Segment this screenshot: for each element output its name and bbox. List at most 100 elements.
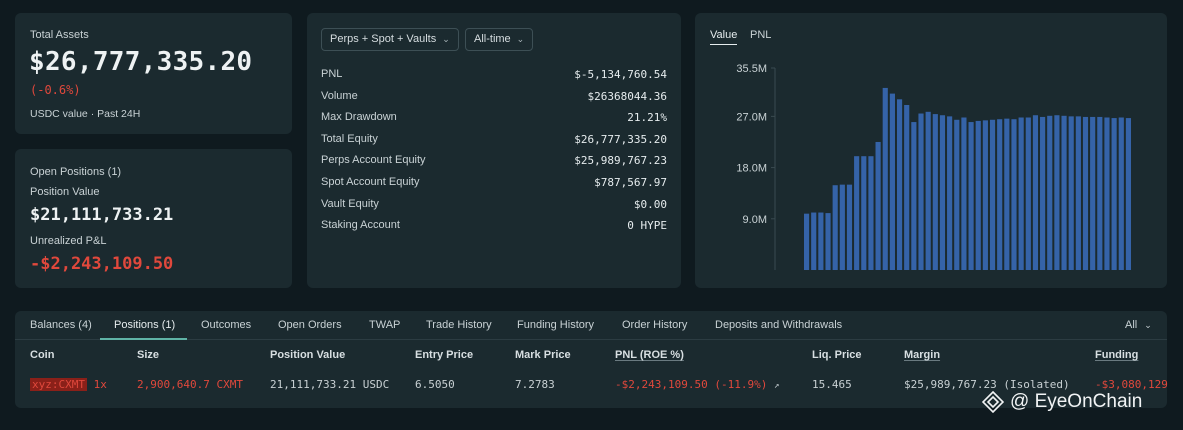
- chart-bar[interactable]: [975, 120, 981, 270]
- chart-bar[interactable]: [811, 212, 817, 270]
- stat-label: Max Drawdown: [321, 111, 397, 124]
- chart-bar[interactable]: [804, 213, 810, 270]
- chart-bar[interactable]: [911, 122, 917, 270]
- chevron-down-icon: ⌄: [516, 34, 525, 44]
- chart-bar[interactable]: [947, 116, 953, 271]
- tab-balances[interactable]: Balances (4): [30, 319, 92, 331]
- open-positions-card: Open Positions (1) Position Value $21,11…: [15, 149, 292, 288]
- chart-bar[interactable]: [882, 87, 888, 270]
- chart-bar[interactable]: [846, 184, 853, 270]
- tab-open-orders[interactable]: Open Orders: [278, 319, 342, 331]
- chart-bar[interactable]: [832, 185, 838, 270]
- chart-bar[interactable]: [961, 117, 967, 271]
- cell-pnl: -$2,243,109.50 (-11.9%) ↗: [615, 378, 779, 391]
- col-coin[interactable]: Coin: [30, 349, 54, 361]
- chart-bar[interactable]: [1125, 118, 1131, 270]
- stat-label: Vault Equity: [321, 197, 379, 210]
- col-mark-price[interactable]: Mark Price: [515, 349, 571, 361]
- chart-bar[interactable]: [1047, 115, 1053, 270]
- col-margin[interactable]: Margin: [904, 349, 940, 361]
- tab-trade-history[interactable]: Trade History: [426, 319, 492, 331]
- col-position-value[interactable]: Position Value: [270, 349, 345, 361]
- chart-bar[interactable]: [1097, 116, 1103, 270]
- chart-bar[interactable]: [1111, 118, 1117, 270]
- col-size[interactable]: Size: [137, 349, 159, 361]
- pnl-value: -$2,243,109.50 (-11.9%): [615, 378, 768, 391]
- chart-bar[interactable]: [1118, 117, 1124, 271]
- chart-bar[interactable]: [932, 114, 938, 270]
- chart-bar[interactable]: [1075, 116, 1081, 271]
- chart-bar[interactable]: [839, 184, 845, 270]
- col-liq-price[interactable]: Liq. Price: [812, 349, 862, 361]
- tab-positions[interactable]: Positions (1): [114, 319, 175, 331]
- cell-mark-price: 7.2783: [515, 378, 555, 391]
- chart-bar[interactable]: [1068, 116, 1074, 271]
- stat-value: $26,777,335.20: [574, 132, 667, 146]
- total-assets-subtitle: USDC value · Past 24H: [30, 108, 141, 120]
- tab-funding-history[interactable]: Funding History: [517, 319, 594, 331]
- leverage-badge: 1x: [93, 378, 107, 391]
- tab-pnl[interactable]: PNL: [750, 29, 771, 41]
- tab-outcomes[interactable]: Outcomes: [201, 319, 251, 331]
- cell-size: 2,900,640.7 CXMT: [137, 378, 243, 391]
- cell-funding: -$3,080,129: [1095, 378, 1168, 391]
- tab-order-history[interactable]: Order History: [622, 319, 687, 331]
- col-entry-price[interactable]: Entry Price: [415, 349, 473, 361]
- share-icon[interactable]: ↗: [774, 381, 779, 391]
- chart-bar[interactable]: [1090, 116, 1096, 270]
- chart-bar[interactable]: [1004, 118, 1010, 270]
- chart-bar[interactable]: [868, 156, 874, 270]
- chart-bar[interactable]: [1018, 117, 1024, 271]
- position-value-label: Position Value: [30, 186, 100, 198]
- chart-bar[interactable]: [1011, 119, 1017, 271]
- chart-bar[interactable]: [1040, 116, 1046, 270]
- y-tick-label: 35.5M: [736, 63, 767, 75]
- chart-bar[interactable]: [854, 156, 860, 270]
- chart-bar[interactable]: [861, 156, 867, 270]
- total-assets-card: Total Assets $26,777,335.20 (-0.6%) USDC…: [15, 13, 292, 134]
- chart-bar[interactable]: [875, 141, 881, 270]
- chart-bar[interactable]: [918, 113, 924, 271]
- chart-bar[interactable]: [968, 122, 974, 270]
- tab-value[interactable]: Value: [710, 29, 738, 45]
- stat-value: $0.00: [633, 197, 667, 211]
- col-funding[interactable]: Funding: [1095, 349, 1138, 361]
- chart-bar[interactable]: [889, 93, 895, 270]
- cell-coin[interactable]: xyz:CXMT 1x: [30, 378, 107, 391]
- chart-bar[interactable]: [1032, 115, 1039, 270]
- chart-bar[interactable]: [989, 119, 996, 270]
- stat-value: $787,567.97: [594, 176, 667, 189]
- cell-position-value: 21,111,733.21 USDC: [270, 378, 390, 391]
- stat-value: $-5,134,760.54: [574, 68, 667, 81]
- chart-bar[interactable]: [904, 104, 910, 271]
- coin-symbol[interactable]: xyz:CXMT: [30, 378, 87, 391]
- chart-bar[interactable]: [825, 213, 831, 270]
- col-pnl[interactable]: PNL (ROE %): [615, 349, 684, 361]
- chart-bar[interactable]: [1054, 115, 1060, 270]
- stat-label: PNL: [321, 68, 343, 80]
- chart-bar[interactable]: [925, 111, 931, 270]
- total-assets-label: Total Assets: [30, 29, 89, 41]
- scope-dropdown[interactable]: Perps + Spot + Vaults ⌄: [321, 28, 459, 51]
- time-range-dropdown-label: All-time: [474, 33, 511, 45]
- time-range-dropdown[interactable]: All-time ⌄: [465, 28, 534, 51]
- chart-bar[interactable]: [1025, 117, 1031, 271]
- chart-bar[interactable]: [939, 115, 946, 270]
- chart-bar[interactable]: [1104, 117, 1110, 271]
- value-chart-card: 35.5M 27.0M 18.0M 9.0M Value PNL: [695, 13, 1167, 288]
- chart-bar[interactable]: [818, 212, 824, 270]
- chevron-down-icon: ⌄: [1144, 320, 1152, 330]
- chart-bar[interactable]: [982, 120, 988, 270]
- tab-deposits-withdrawals[interactable]: Deposits and Withdrawals: [715, 319, 842, 331]
- y-tick-label: 9.0M: [743, 214, 767, 226]
- open-positions-title: Open Positions (1): [30, 166, 122, 178]
- chart-bar[interactable]: [896, 99, 903, 270]
- chart-bar[interactable]: [997, 119, 1003, 271]
- account-stats-card: Perps + Spot + Vaults ⌄ All-time ⌄ PNL $-…: [307, 13, 681, 288]
- chart-bar[interactable]: [954, 119, 960, 270]
- chart-bar[interactable]: [1082, 116, 1089, 270]
- tab-twap[interactable]: TWAP: [369, 319, 400, 331]
- chevron-down-icon: ⌄: [442, 34, 450, 44]
- filter-dropdown[interactable]: All ⌄: [1125, 319, 1152, 331]
- chart-bar[interactable]: [1061, 115, 1067, 270]
